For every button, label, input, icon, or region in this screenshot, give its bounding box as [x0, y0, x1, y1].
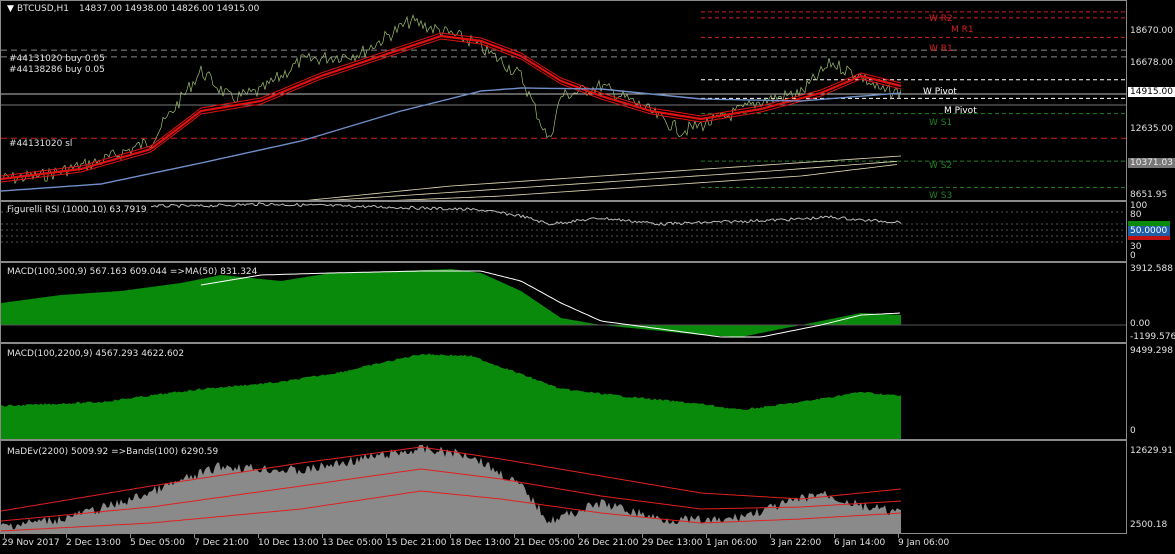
madev-title: MaDEv(2200) 5009.92 =>Bands(100) 6290.59 [7, 447, 219, 457]
rsi-canvas [1, 202, 1126, 243]
rsi-value: 50.0000 [1128, 226, 1170, 236]
pivot-label-m-r1: M R1 [951, 25, 974, 35]
macd-fast-axis-label: 3912.588 [1130, 264, 1173, 274]
price-axis-label: 18670.00 [1130, 26, 1173, 36]
time-axis-label: 2 Dec 13:00 [66, 538, 121, 548]
pivot-label-w-r1: W R1 [929, 44, 953, 54]
rsi-value-box: 50.0000 [1128, 221, 1170, 241]
time-axis-label: 9 Jan 06:00 [898, 538, 950, 548]
secondary-price-box: 10371.03 [1128, 158, 1175, 168]
time-axis-label: 5 Dec 05:00 [130, 538, 185, 548]
moving-average-red [1, 34, 902, 181]
macd-fast-axis-label: -1199.576 [1130, 332, 1175, 342]
macd-fast-title: MACD(100,500,9) 567.163 609.044 =>MA(50)… [7, 267, 258, 277]
price-axis-label: 16678.00 [1130, 58, 1173, 68]
moving-average-red [1, 38, 902, 183]
rsi-line [150, 202, 902, 226]
rsi-band-red [1128, 236, 1170, 240]
time-axis-label: 21 Dec 05:00 [514, 538, 575, 548]
rsi-title: Figurelli RSI (1000,10) 63.7919 [7, 205, 147, 215]
macd-slow-axis-label: 0 [1130, 426, 1136, 436]
current-price-box: 14915.00 [1128, 87, 1175, 97]
madev-axis-label: 12629.91 [1130, 446, 1173, 456]
macd-slow-pane[interactable]: MACD(100,2200,9) 4567.293 4622.602 [0, 343, 1127, 440]
order-label[interactable]: #44131020 buy 0.05 [9, 54, 105, 64]
rsi-axis-label: 80 [1130, 210, 1142, 220]
pivot-label-w-pivot: W Pivot [923, 87, 957, 97]
time-axis-label: 10 Dec 13:00 [258, 538, 319, 548]
time-axis[interactable]: 29 Nov 2017 2 Dec 13:00 5 Dec 05:00 7 De… [0, 534, 1127, 554]
order-label[interactable]: #44138286 buy 0.05 [9, 65, 105, 75]
time-axis-label: 29 Dec 13:00 [642, 538, 703, 548]
macd-fast-histogram [1, 269, 901, 337]
pivot-label-w-s3: W S3 [929, 191, 953, 201]
madev-axis[interactable]: 12629.91 2500.18 [1127, 440, 1175, 534]
long-moving-average [329, 160, 898, 200]
time-axis-label: 18 Dec 13:00 [450, 538, 511, 548]
rsi-axis[interactable]: 100 80 50.0000 30 0 [1127, 201, 1175, 262]
pivot-label-w-r2: W R2 [929, 14, 953, 24]
macd-fast-axis[interactable]: 3912.588 0.00 -1199.576 [1127, 262, 1175, 343]
long-moving-average [395, 164, 898, 200]
pivot-label-w-s2: W S2 [929, 161, 953, 171]
rsi-axis-label: 0 [1130, 251, 1136, 261]
madev-axis-label: 2500.18 [1130, 520, 1168, 530]
time-axis-label: 1 Jan 06:00 [706, 538, 758, 548]
macd-fast-axis-label: 0.00 [1130, 319, 1151, 329]
chart-symbol: BTCUSD,H1 [17, 4, 70, 14]
moving-average-blue [1, 87, 902, 192]
macd-slow-histogram [1, 353, 901, 439]
price-axis-label: 8651.95 [1130, 190, 1168, 200]
time-axis-label: 13 Dec 05:00 [322, 538, 383, 548]
price-chart-pane[interactable]: ▼ BTCUSD,H1 14837.00 14938.00 14826.00 1… [0, 0, 1127, 201]
time-axis-label: 7 Dec 21:00 [194, 538, 249, 548]
madev-pane[interactable]: MaDEv(2200) 5009.92 =>Bands(100) 6290.59 [0, 440, 1127, 534]
macd-slow-title: MACD(100,2200,9) 4567.293 4622.602 [7, 349, 185, 359]
pivot-label-w-s1: W S1 [929, 118, 953, 128]
time-axis-label: 26 Dec 21:00 [578, 538, 639, 548]
time-axis-label: 6 Jan 14:00 [834, 538, 886, 548]
chart-ohlc: 14837.00 14938.00 14826.00 14915.00 [79, 4, 260, 14]
price-axis-label: 12635.00 [1130, 124, 1173, 134]
price-axis[interactable]: 18670.00 16678.00 14915.00 12635.00 1037… [1127, 0, 1175, 201]
macd-slow-axis[interactable]: 9499.298 0 [1127, 343, 1175, 440]
order-sl-label[interactable]: #44131020 sl [9, 139, 72, 149]
symbol-arrow-icon: ▼ [7, 4, 14, 14]
time-axis-label: 15 Dec 21:00 [386, 538, 447, 548]
long-moving-average [306, 155, 902, 200]
macd-slow-axis-label: 9499.298 [1130, 346, 1173, 356]
rsi-pane[interactable]: Figurelli RSI (1000,10) 63.7919 [0, 201, 1127, 262]
time-axis-label: 3 Jan 22:00 [770, 538, 822, 548]
macd-fast-pane[interactable]: MACD(100,500,9) 567.163 609.044 =>MA(50)… [0, 262, 1127, 343]
pivot-label-m-pivot: M Pivot [944, 106, 977, 116]
time-axis-label: 29 Nov 2017 [2, 538, 60, 548]
